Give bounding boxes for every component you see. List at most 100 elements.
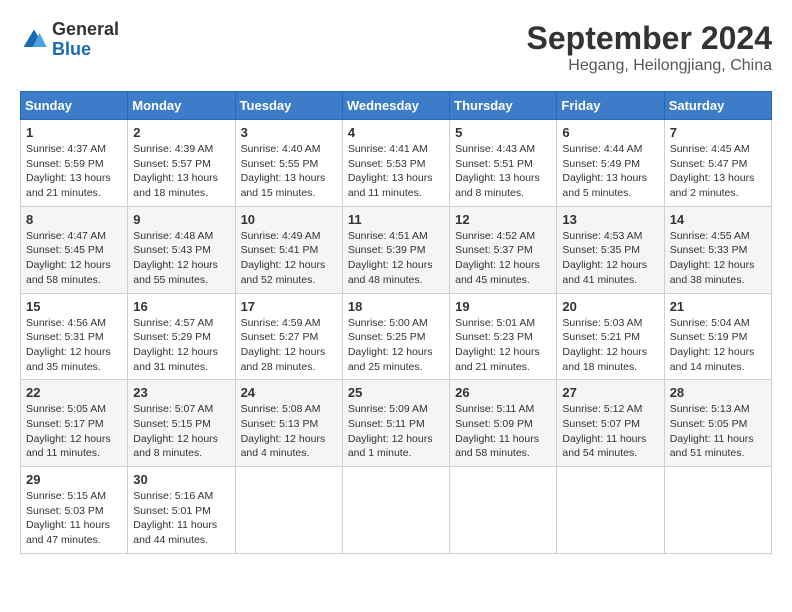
day-number-8: 8 (26, 212, 122, 227)
week-row-1: 1Sunrise: 4:37 AMSunset: 5:59 PMDaylight… (21, 120, 772, 207)
day-number-6: 6 (562, 125, 658, 140)
day-number-3: 3 (241, 125, 337, 140)
day-info-14: Sunrise: 4:55 AMSunset: 5:33 PMDaylight:… (670, 229, 766, 288)
day-info-13: Sunrise: 4:53 AMSunset: 5:35 PMDaylight:… (562, 229, 658, 288)
day-cell-16: 16Sunrise: 4:57 AMSunset: 5:29 PMDayligh… (128, 293, 235, 380)
day-info-11: Sunrise: 4:51 AMSunset: 5:39 PMDaylight:… (348, 229, 444, 288)
logo: General Blue (20, 20, 119, 60)
day-cell-4: 4 Sunrise: 4:41 AMSunset: 5:53 PMDaylight… (342, 120, 449, 207)
title-area: September 2024 Hegang, Heilongjiang, Chi… (527, 20, 772, 75)
day-info-5: Sunrise: 4:43 AMSunset: 5:51 PMDaylight:… (455, 142, 551, 201)
day-number-27: 27 (562, 385, 658, 400)
day-info-18: Sunrise: 5:00 AMSunset: 5:25 PMDaylight:… (348, 316, 444, 375)
logo-icon (20, 26, 48, 54)
day-number-13: 13 (562, 212, 658, 227)
empty-cell-w4-d3 (342, 467, 449, 554)
day-cell-14: 14 Sunrise: 4:55 AMSunset: 5:33 PMDayligh… (664, 206, 771, 293)
empty-cell-w4-d6 (664, 467, 771, 554)
day-number-15: 15 (26, 299, 122, 314)
day-cell-2: 2Sunrise: 4:39 AMSunset: 5:57 PMDaylight… (128, 120, 235, 207)
day-cell-17: 17 Sunrise: 4:59 AMSunset: 5:27 PMDayligh… (235, 293, 342, 380)
day-info-29: Sunrise: 5:15 AMSunset: 5:03 PMDaylight:… (26, 489, 122, 548)
day-cell-19: 19 Sunrise: 5:01 AMSunset: 5:23 PMDayligh… (450, 293, 557, 380)
day-number-21: 21 (670, 299, 766, 314)
day-number-18: 18 (348, 299, 444, 314)
day-info-19: Sunrise: 5:01 AMSunset: 5:23 PMDaylight:… (455, 316, 551, 375)
day-cell-26: 26Sunrise: 5:11 AMSunset: 5:09 PMDayligh… (450, 380, 557, 467)
day-info-27: Sunrise: 5:12 AMSunset: 5:07 PMDaylight:… (562, 402, 658, 461)
day-info-1: Sunrise: 4:37 AMSunset: 5:59 PMDaylight:… (26, 142, 122, 201)
day-cell-1: 1Sunrise: 4:37 AMSunset: 5:59 PMDaylight… (21, 120, 128, 207)
day-cell-10: 10 Sunrise: 4:49 AMSunset: 5:41 PMDayligh… (235, 206, 342, 293)
day-info-4: Sunrise: 4:41 AMSunset: 5:53 PMDaylight:… (348, 142, 444, 201)
day-cell-7: 7 Sunrise: 4:45 AMSunset: 5:47 PMDaylight… (664, 120, 771, 207)
day-number-10: 10 (241, 212, 337, 227)
day-cell-30: 30Sunrise: 5:16 AMSunset: 5:01 PMDayligh… (128, 467, 235, 554)
logo-blue-text: Blue (52, 39, 91, 59)
weekday-header-row: SundayMondayTuesdayWednesdayThursdayFrid… (21, 92, 772, 120)
day-number-17: 17 (241, 299, 337, 314)
day-info-3: Sunrise: 4:40 AMSunset: 5:55 PMDaylight:… (241, 142, 337, 201)
weekday-header-thursday: Thursday (450, 92, 557, 120)
day-cell-13: 13 Sunrise: 4:53 AMSunset: 5:35 PMDayligh… (557, 206, 664, 293)
day-number-23: 23 (133, 385, 229, 400)
empty-cell-w4-d5 (557, 467, 664, 554)
day-info-22: Sunrise: 5:05 AMSunset: 5:17 PMDaylight:… (26, 402, 122, 461)
header: General Blue September 2024 Hegang, Heil… (20, 20, 772, 75)
day-info-6: Sunrise: 4:44 AMSunset: 5:49 PMDaylight:… (562, 142, 658, 201)
day-number-24: 24 (241, 385, 337, 400)
week-row-5: 29Sunrise: 5:15 AMSunset: 5:03 PMDayligh… (21, 467, 772, 554)
day-info-28: Sunrise: 5:13 AMSunset: 5:05 PMDaylight:… (670, 402, 766, 461)
week-row-2: 8 Sunrise: 4:47 AMSunset: 5:45 PMDaylight… (21, 206, 772, 293)
day-cell-11: 11 Sunrise: 4:51 AMSunset: 5:39 PMDayligh… (342, 206, 449, 293)
day-number-4: 4 (348, 125, 444, 140)
day-number-26: 26 (455, 385, 551, 400)
weekday-header-wednesday: Wednesday (342, 92, 449, 120)
day-number-14: 14 (670, 212, 766, 227)
day-info-9: Sunrise: 4:48 AMSunset: 5:43 PMDaylight:… (133, 229, 229, 288)
day-cell-8: 8 Sunrise: 4:47 AMSunset: 5:45 PMDaylight… (21, 206, 128, 293)
day-number-7: 7 (670, 125, 766, 140)
day-cell-25: 25 Sunrise: 5:09 AMSunset: 5:11 PMDayligh… (342, 380, 449, 467)
empty-cell-w4-d2 (235, 467, 342, 554)
day-cell-20: 20 Sunrise: 5:03 AMSunset: 5:21 PMDayligh… (557, 293, 664, 380)
day-info-25: Sunrise: 5:09 AMSunset: 5:11 PMDaylight:… (348, 402, 444, 461)
week-row-3: 15 Sunrise: 4:56 AMSunset: 5:31 PMDayligh… (21, 293, 772, 380)
day-info-8: Sunrise: 4:47 AMSunset: 5:45 PMDaylight:… (26, 229, 122, 288)
day-info-16: Sunrise: 4:57 AMSunset: 5:29 PMDaylight:… (133, 316, 229, 375)
day-cell-22: 22Sunrise: 5:05 AMSunset: 5:17 PMDayligh… (21, 380, 128, 467)
empty-cell-w4-d4 (450, 467, 557, 554)
weekday-header-monday: Monday (128, 92, 235, 120)
day-info-24: Sunrise: 5:08 AMSunset: 5:13 PMDaylight:… (241, 402, 337, 461)
day-number-12: 12 (455, 212, 551, 227)
day-cell-28: 28Sunrise: 5:13 AMSunset: 5:05 PMDayligh… (664, 380, 771, 467)
weekday-header-sunday: Sunday (21, 92, 128, 120)
day-info-15: Sunrise: 4:56 AMSunset: 5:31 PMDaylight:… (26, 316, 122, 375)
day-cell-27: 27 Sunrise: 5:12 AMSunset: 5:07 PMDayligh… (557, 380, 664, 467)
day-info-17: Sunrise: 4:59 AMSunset: 5:27 PMDaylight:… (241, 316, 337, 375)
day-number-11: 11 (348, 212, 444, 227)
day-cell-12: 12 Sunrise: 4:52 AMSunset: 5:37 PMDayligh… (450, 206, 557, 293)
day-info-20: Sunrise: 5:03 AMSunset: 5:21 PMDaylight:… (562, 316, 658, 375)
day-cell-29: 29Sunrise: 5:15 AMSunset: 5:03 PMDayligh… (21, 467, 128, 554)
calendar-subtitle: Hegang, Heilongjiang, China (527, 57, 772, 75)
weekday-header-tuesday: Tuesday (235, 92, 342, 120)
weekday-header-saturday: Saturday (664, 92, 771, 120)
day-info-21: Sunrise: 5:04 AMSunset: 5:19 PMDaylight:… (670, 316, 766, 375)
weekday-header-friday: Friday (557, 92, 664, 120)
day-cell-24: 24 Sunrise: 5:08 AMSunset: 5:13 PMDayligh… (235, 380, 342, 467)
day-number-19: 19 (455, 299, 551, 314)
day-info-12: Sunrise: 4:52 AMSunset: 5:37 PMDaylight:… (455, 229, 551, 288)
day-number-2: 2 (133, 125, 229, 140)
day-number-9: 9 (133, 212, 229, 227)
day-cell-21: 21 Sunrise: 5:04 AMSunset: 5:19 PMDayligh… (664, 293, 771, 380)
day-number-25: 25 (348, 385, 444, 400)
day-number-20: 20 (562, 299, 658, 314)
day-info-10: Sunrise: 4:49 AMSunset: 5:41 PMDaylight:… (241, 229, 337, 288)
day-cell-3: 3 Sunrise: 4:40 AMSunset: 5:55 PMDaylight… (235, 120, 342, 207)
day-info-7: Sunrise: 4:45 AMSunset: 5:47 PMDaylight:… (670, 142, 766, 201)
day-info-30: Sunrise: 5:16 AMSunset: 5:01 PMDaylight:… (133, 489, 229, 548)
logo-general-text: General (52, 19, 119, 39)
calendar-table: SundayMondayTuesdayWednesdayThursdayFrid… (20, 91, 772, 554)
calendar-title: September 2024 (527, 20, 772, 57)
